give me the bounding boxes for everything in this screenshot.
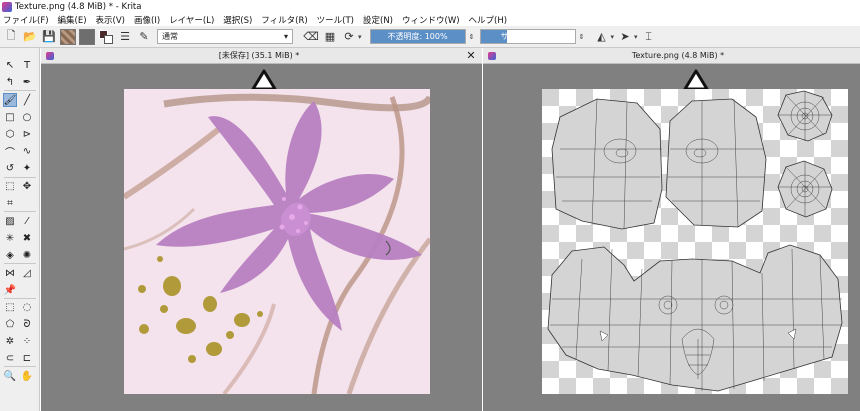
menu-edit[interactable]: 編集(E) — [58, 14, 87, 26]
bezier-select-icon[interactable]: ⊂ — [3, 351, 17, 365]
toolbox-divider — [4, 90, 36, 91]
reload-preset-icon[interactable]: ⟳ — [341, 29, 357, 45]
chevron-down-icon: ▾ — [283, 32, 288, 41]
new-document-icon[interactable]: 🗋 — [3, 29, 19, 45]
eraser-icon[interactable]: ⌫ — [303, 29, 319, 45]
right-view-tab-title: Texture.png (4.8 MiB) * — [631, 51, 725, 60]
polygon-select-icon[interactable]: ⬠ — [3, 317, 17, 331]
flower-artwork[interactable] — [124, 89, 430, 394]
brush-size-slider[interactable]: サイズ: 51.00 px — [479, 29, 576, 44]
ellipse-select-icon[interactable]: ◌ — [20, 300, 34, 314]
left-canvas-view: [未保存] (35.1 MiB) * ✕ — [41, 48, 482, 411]
freehand-brush-icon[interactable]: 🖌 — [3, 93, 17, 107]
smart-patch-icon[interactable]: ✖ — [20, 231, 34, 245]
menu-view[interactable]: 表示(V) — [96, 14, 125, 26]
spin-arrows-icon[interactable]: ⇕ — [466, 29, 478, 44]
krita-window: Texture.png (4.8 MiB) * - Krita ファイル(F) … — [0, 0, 860, 411]
size-label: サイズ: 51.00 px — [500, 32, 565, 41]
toolbox-divider — [4, 263, 36, 264]
pattern-swatch[interactable] — [60, 28, 76, 45]
right-canvas-view: Texture.png (4.8 MiB) * — [483, 48, 860, 411]
gradient-swatch[interactable] — [79, 28, 95, 45]
triangle-marker-icon — [251, 69, 277, 91]
assistant-tool-icon[interactable]: ⋈ — [3, 266, 17, 280]
menu-help[interactable]: ヘルプ(H) — [469, 14, 508, 26]
krita-app-icon — [2, 1, 12, 12]
toolbox: ↖ T ↰ ✒ 🖌 ╱ □ ○ ⬡ ⊳ ⌒ ∿ ↺ ✦ ⬚ ✥ ⌗ ▨ ⁄ ✳ … — [0, 48, 40, 411]
chevron-down-icon[interactable]: ▾ — [611, 33, 615, 41]
uv-texture-map[interactable] — [542, 89, 848, 394]
color-swap-icon[interactable] — [98, 29, 114, 45]
menu-filter[interactable]: フィルタ(R) — [261, 14, 307, 26]
ellipse-tool-icon[interactable]: ○ — [20, 110, 34, 124]
move-tool-icon[interactable]: ✥ — [20, 179, 34, 193]
menu-bar: ファイル(F) 編集(E) 表示(V) 画像(I) レイヤー(L) 選択(S) … — [0, 13, 860, 26]
color-picker-icon[interactable]: ⁄ — [20, 214, 34, 228]
contiguous-select-icon[interactable]: ✲ — [3, 334, 17, 348]
krita-doc-icon — [46, 51, 54, 60]
close-icon[interactable]: ✕ — [464, 49, 478, 62]
save-icon[interactable]: 💾 — [41, 29, 57, 45]
menu-settings[interactable]: 設定(N) — [363, 14, 393, 26]
fill-tool-icon[interactable]: ◈ — [3, 248, 17, 262]
freehand-select-icon[interactable]: ᘐ — [20, 317, 34, 331]
zoom-tool-icon[interactable]: 🔍 — [3, 369, 17, 383]
transform-tool-icon[interactable]: ⬚ — [3, 179, 17, 193]
rectangle-tool-icon[interactable]: □ — [3, 110, 17, 124]
select-shapes-icon[interactable]: ↖ — [3, 58, 17, 72]
toolbox-divider — [4, 177, 36, 178]
toolbox-divider — [4, 366, 36, 367]
reference-images-icon[interactable]: 📌 — [3, 283, 17, 297]
polygon-tool-icon[interactable]: ⬡ — [3, 127, 17, 141]
crop-tool-icon[interactable]: ⌗ — [3, 196, 17, 210]
right-view-tab[interactable]: Texture.png (4.8 MiB) * — [483, 48, 860, 64]
alpha-lock-icon[interactable]: ▦ — [322, 29, 338, 45]
enclose-fill-icon[interactable]: ✺ — [20, 248, 34, 262]
chevron-down-icon[interactable]: ▾ — [634, 33, 638, 41]
edit-shapes-icon[interactable]: ↰ — [3, 75, 17, 89]
rect-select-icon[interactable]: ⬚ — [3, 300, 17, 314]
menu-tools[interactable]: ツール(T) — [317, 14, 354, 26]
menu-file[interactable]: ファイル(F) — [3, 14, 49, 26]
bezier-curve-icon[interactable]: ⌒ — [3, 144, 17, 159]
blend-mode-select[interactable]: 通常 ▾ — [157, 29, 293, 44]
measure-tool-icon[interactable]: ◿ — [20, 266, 34, 280]
title-bar: Texture.png (4.8 MiB) * - Krita — [0, 0, 860, 13]
multibrush-icon[interactable]: ✦ — [20, 161, 34, 175]
pan-tool-icon[interactable]: ✋ — [20, 369, 34, 383]
line-tool-icon[interactable]: ╱ — [20, 93, 34, 107]
main-toolbar: 🗋 📂 💾 ☰ ✎ 通常 ▾ ⌫ ▦ ⟳ ▾ 不透明度: 100% ⇕ サイズ:… — [0, 26, 860, 48]
menu-select[interactable]: 選択(S) — [223, 14, 252, 26]
menu-layer[interactable]: レイヤー(L) — [169, 14, 214, 26]
mirror-horizontal-icon[interactable]: ◭ — [594, 29, 610, 45]
left-view-tab[interactable]: [未保存] (35.1 MiB) * ✕ — [41, 48, 482, 64]
freehand-path-icon[interactable]: ∿ — [20, 144, 34, 158]
menu-window[interactable]: ウィンドウ(W) — [402, 14, 460, 26]
blend-mode-value: 通常 — [162, 32, 178, 41]
opacity-slider[interactable]: 不透明度: 100% — [369, 29, 466, 44]
polyline-tool-icon[interactable]: ⊳ — [20, 127, 34, 141]
gradient-tool-icon[interactable]: ▨ — [3, 214, 17, 228]
krita-doc-icon — [488, 51, 496, 60]
open-folder-icon[interactable]: 📂 — [22, 29, 38, 45]
text-tool-icon[interactable]: T — [20, 58, 34, 72]
triangle-marker-icon — [683, 69, 709, 91]
left-view-tab-title: [未保存] (35.1 MiB) * — [218, 51, 300, 60]
magnetic-select-icon[interactable]: ⊏ — [20, 351, 34, 365]
dynamic-brush-icon[interactable]: ↺ — [3, 161, 17, 175]
brush-settings-icon[interactable]: ☰ — [117, 29, 133, 45]
spin-arrows-icon[interactable]: ⇕ — [576, 29, 588, 44]
calligraphy-icon[interactable]: ✒ — [20, 75, 34, 89]
wrap-around-icon[interactable]: ⌶ — [641, 29, 657, 45]
toolbox-divider — [4, 298, 36, 299]
opacity-label: 不透明度: 100% — [387, 32, 448, 41]
brush-preset-icon[interactable]: ✎ — [136, 29, 152, 45]
menu-image[interactable]: 画像(I) — [134, 14, 160, 26]
toolbox-divider — [4, 211, 36, 212]
similar-select-icon[interactable]: ⁘ — [20, 334, 34, 348]
window-title: Texture.png (4.8 MiB) * - Krita — [15, 1, 142, 12]
colorize-mask-icon[interactable]: ✳ — [3, 231, 17, 245]
mirror-vertical-icon[interactable]: ➤ — [617, 29, 633, 45]
chevron-down-icon[interactable]: ▾ — [358, 33, 362, 41]
